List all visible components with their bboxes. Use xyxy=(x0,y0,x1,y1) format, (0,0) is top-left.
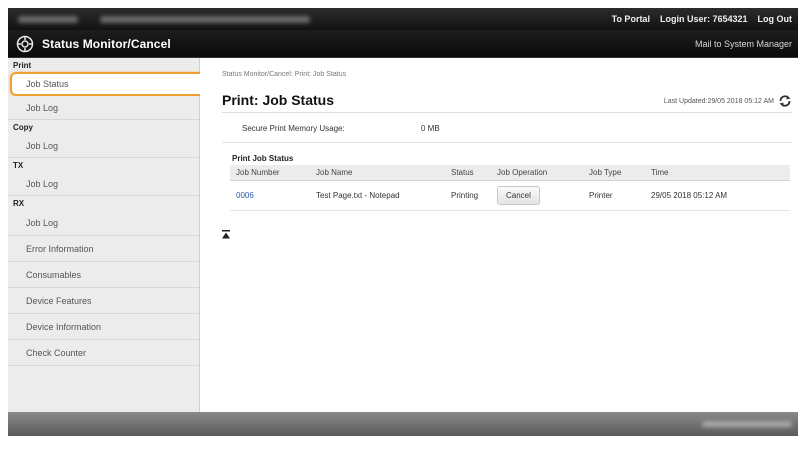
sidebar-item-check-counter[interactable]: Check Counter xyxy=(8,340,199,366)
app-title: Status Monitor/Cancel xyxy=(42,36,171,51)
sidebar-item-print-job-status[interactable]: Job Status xyxy=(10,72,205,96)
sidebar-item-tx-job-log[interactable]: Job Log xyxy=(8,172,199,196)
blurred-text xyxy=(100,15,310,23)
last-updated-label: Last Updated:29/05 2018 05:12 AM xyxy=(663,98,774,105)
to-portal-link[interactable]: To Portal xyxy=(612,14,650,24)
app-header: Status Monitor/Cancel Mail to System Man… xyxy=(8,30,798,58)
cancel-job-button[interactable]: Cancel xyxy=(497,185,540,205)
status-monitor-logo-icon xyxy=(16,35,34,53)
table-row: 0006 Test Page.txt - Notepad Printing Ca… xyxy=(230,180,790,211)
top-bar: To Portal Login User: 7654321 Log Out xyxy=(8,8,798,30)
sidebar-item-label: Job Log xyxy=(26,217,59,228)
mail-to-system-manager-link[interactable]: Mail to System Manager xyxy=(695,39,798,49)
sidebar-item-device-features[interactable]: Device Features xyxy=(8,288,199,314)
sidebar-section-tx: TX xyxy=(13,161,24,170)
sidebar-section-print: Print xyxy=(13,61,32,70)
blurred-text xyxy=(18,15,78,23)
status-cell: Printing xyxy=(445,180,491,211)
job-number-cell: 0006 xyxy=(230,180,310,211)
sidebar-item-label: Job Log xyxy=(26,102,59,113)
refresh-icon[interactable] xyxy=(778,94,792,108)
time-cell: 29/05 2018 05:12 AM xyxy=(645,180,790,211)
job-name-cell: Test Page.txt - Notepad xyxy=(310,180,445,211)
sidebar-item-label: Job Log xyxy=(26,178,59,189)
column-header-job-name: Job Name xyxy=(310,165,445,181)
column-header-job-number: Job Number xyxy=(230,165,310,181)
blurred-copyright xyxy=(702,421,792,427)
main-content: Status Monitor/Cancel: Print: Job Status… xyxy=(200,58,798,412)
sidebar-item-label: Job Status xyxy=(26,79,69,89)
memory-divider xyxy=(222,142,792,143)
top-links: To Portal Login User: 7654321 Log Out xyxy=(612,14,798,24)
memory-usage-label: Secure Print Memory Usage: xyxy=(242,124,345,133)
title-divider xyxy=(222,112,792,113)
memory-usage-value: 0 MB xyxy=(421,124,440,133)
sidebar-item-error-information[interactable]: Error Information xyxy=(8,236,199,262)
sidebar-section-copy: Copy xyxy=(13,123,33,132)
sidebar-item-print-job-log[interactable]: Job Log xyxy=(8,96,199,120)
column-header-job-operation: Job Operation xyxy=(491,165,583,181)
login-user-label: Login User: 7654321 xyxy=(659,14,748,24)
job-number-link[interactable]: 0006 xyxy=(236,191,254,200)
page: To Portal Login User: 7654321 Log Out St… xyxy=(0,0,798,468)
sidebar-item-copy-job-log[interactable]: Job Log xyxy=(8,134,199,158)
table-header-row: Job Number Job Name Status Job Operation… xyxy=(230,165,790,181)
back-to-top-icon[interactable] xyxy=(222,226,230,239)
column-header-time: Time xyxy=(645,165,790,181)
sidebar-section-rx: RX xyxy=(13,199,25,208)
sidebar-item-consumables[interactable]: Consumables xyxy=(8,262,199,288)
sidebar: Print Job Status Job Log Copy Job Log TX… xyxy=(8,58,205,412)
sidebar-item-rx-job-log[interactable]: Job Log xyxy=(8,210,199,236)
print-job-status-heading: Print Job Status xyxy=(232,154,294,163)
page-title: Print: Job Status xyxy=(222,92,335,108)
sidebar-item-label: Job Log xyxy=(26,140,59,151)
column-header-status: Status xyxy=(445,165,491,181)
job-type-cell: Printer xyxy=(583,180,645,211)
job-operation-cell: Cancel xyxy=(491,180,583,211)
sidebar-item-device-information[interactable]: Device Information xyxy=(8,314,199,340)
footer-bar xyxy=(8,412,798,436)
breadcrumb: Status Monitor/Cancel: Print: Job Status xyxy=(222,71,347,78)
job-status-table: Job Number Job Name Status Job Operation… xyxy=(230,165,790,211)
log-out-link[interactable]: Log Out xyxy=(758,14,793,24)
column-header-job-type: Job Type xyxy=(583,165,645,181)
